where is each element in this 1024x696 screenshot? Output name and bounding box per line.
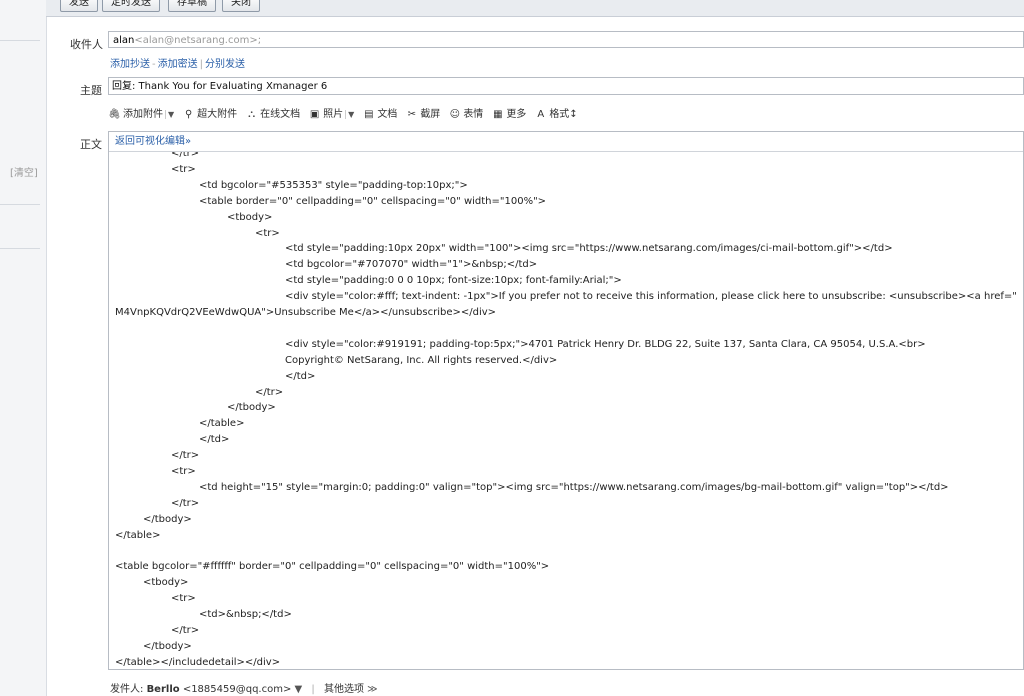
paperclip-icon: 🖇 <box>108 109 121 120</box>
html-source-area[interactable]: </tr> <tr> <td bgcolor="#535353" style="pa… <box>109 152 1023 669</box>
close-button[interactable]: 关闭 <box>222 0 260 12</box>
body-label: 正文 <box>80 138 102 151</box>
tool-paperclip[interactable]: 🖇 添加附件 ▼ <box>108 107 175 123</box>
tool-online-doc[interactable]: ⛬ 在线文档 <box>245 107 300 123</box>
back-to-visual-link[interactable]: 返回可视化编辑» <box>115 136 191 147</box>
code-line: </td> <box>199 434 230 446</box>
code-line: Copyright© NetSarang, Inc. All rights re… <box>285 354 558 366</box>
code-line: </td> <box>285 370 316 382</box>
code-line: <td style="padding:10px 20px" width="100… <box>285 243 893 255</box>
add-bcc-link[interactable]: 添加密送 <box>158 59 198 70</box>
add-cc-link[interactable]: 添加抄送 <box>110 59 150 70</box>
more-icon: ▦ <box>493 109 503 120</box>
chevron-down-icon[interactable]: ▼ <box>295 684 303 695</box>
save-draft-button[interactable]: 存草稿 <box>168 0 216 12</box>
recipient-options: 添加抄送 - 添加密送 | 分别发送 <box>110 59 245 70</box>
separate-send-link[interactable]: 分别发送 <box>205 59 245 70</box>
tool-label: 截屏 <box>420 109 441 120</box>
code-line: </tr> <box>255 386 284 398</box>
rail-divider <box>0 204 40 205</box>
code-line: <td bgcolor="#535353" style="padding-top… <box>199 179 468 191</box>
code-line: </tbody> <box>227 402 276 414</box>
code-line: </tbody> <box>143 513 192 525</box>
send-button[interactable]: 发送 <box>60 0 98 12</box>
sender-bar: 发件人: Berllo <1885459@qq.com> ▼ | 其他选项 ≫ <box>110 684 378 695</box>
code-line: </table></includedetail></div> <box>115 656 281 668</box>
editor-mode-bar: 返回可视化编辑» <box>109 132 1023 152</box>
code-line: </tr> <box>171 152 200 159</box>
emoji-icon: ☺ <box>449 109 461 120</box>
code-line: <tr> <box>171 593 196 605</box>
code-line: </tr> <box>171 450 200 462</box>
tool-emoji[interactable]: ☺ 表情 <box>448 107 484 123</box>
schedule-send-button[interactable]: 定时发送 <box>102 0 160 12</box>
code-line: </tbody> <box>143 640 192 652</box>
sender-label: 发件人: <box>110 684 144 695</box>
screenshot-icon: ✂ <box>407 109 416 120</box>
tool-label: 超大附件 <box>197 109 238 120</box>
subject-label: 主题 <box>80 84 102 97</box>
dropdown-arrow-icon[interactable]: ▼ <box>165 110 175 119</box>
dropdown-arrow-icon[interactable]: ▼ <box>345 110 355 119</box>
tool-document[interactable]: ▤ 文档 <box>362 107 397 123</box>
tool-format[interactable]: A 格式↕ <box>534 107 577 123</box>
code-line: <tr> <box>171 163 196 175</box>
code-line: <table bgcolor="#ffffff" border="0" cell… <box>115 561 550 573</box>
large-attachment-icon: ⚲ <box>184 109 193 120</box>
code-line: <table border="0" cellpadding="0" cellsp… <box>199 195 547 207</box>
rail-divider <box>0 248 40 249</box>
recipient-address: <alan@netsarang.com>; <box>134 35 262 46</box>
compose-action-bar: 发送 定时发送 存草稿 关闭 <box>46 0 1024 17</box>
tool-label: 表情 <box>463 109 484 120</box>
tool-label: 在线文档 <box>260 109 301 120</box>
code-line: <td height="15" style="margin:0; padding… <box>199 481 949 493</box>
code-line: </tr> <box>171 625 200 636</box>
clear-link[interactable]: [清空] <box>10 164 38 179</box>
tool-label: 更多 <box>506 109 527 120</box>
tool-label: 添加附件 <box>123 109 163 120</box>
code-line: </table> <box>199 418 245 430</box>
sender-address[interactable]: <1885459@qq.com> <box>183 684 292 695</box>
tool-label: 格式↕ <box>549 109 578 120</box>
code-line: <div style="color:#fff; text-indent: -1p… <box>285 291 1017 303</box>
code-line: <td>&nbsp;</td> <box>199 609 292 621</box>
sender-name[interactable]: Berllo <box>147 684 180 695</box>
online-doc-icon: ⛬ <box>248 109 256 120</box>
code-line: M4VnpKQVdrQ2VEeWdwQUA">Unsubscribe Me</a… <box>115 307 497 318</box>
format-icon: A <box>537 109 545 120</box>
code-line: <tbody> <box>143 577 189 589</box>
tool-label: 照片 <box>323 109 344 120</box>
tool-screenshot[interactable]: ✂ 截屏 <box>405 107 441 123</box>
left-rail: [清空] <box>0 0 47 696</box>
code-line: <td style="padding:0 0 0 10px; font-size… <box>285 275 622 287</box>
rail-divider <box>0 40 40 41</box>
body-editor[interactable]: 返回可视化编辑» </tr> <tr> <td bgcolor="#535353" … <box>108 131 1024 670</box>
code-line: <tr> <box>255 227 280 239</box>
code-line: <td bgcolor="#707070" width="1">&nbsp;</… <box>285 259 538 271</box>
code-line: </tr> <box>171 497 200 509</box>
tool-large-attachment[interactable]: ⚲ 超大附件 <box>182 107 237 123</box>
code-line: <tr> <box>171 466 196 477</box>
document-icon: ▤ <box>364 109 374 120</box>
recipient-name: alan <box>113 35 135 46</box>
subject-input[interactable]: 回复: Thank You for Evaluating Xmanager 6 <box>108 77 1024 95</box>
to-label: 收件人 <box>70 38 103 51</box>
photo-icon: ▣ <box>309 109 320 120</box>
code-line: <tbody> <box>227 211 273 223</box>
code-line: </table> <box>115 529 161 541</box>
tool-photo[interactable]: ▣ 照片 ▼ <box>308 107 355 123</box>
tool-label: 文档 <box>377 109 398 120</box>
other-options-link[interactable]: 其他选项 <box>324 684 364 695</box>
double-chevron-down-icon[interactable]: ≫ <box>367 684 377 695</box>
code-line: <div style="color:#919191; padding-top:5… <box>285 338 926 350</box>
recipient-field[interactable]: alan<alan@netsarang.com>; <box>108 31 1024 48</box>
editor-toolbar: 🖇 添加附件 ▼ ⚲ 超大附件 ⛬ 在线文档 ▣ 照片 ▼ ▤ 文档 ✂ 截屏 ☺ 表情 ▦ 更多 A 格式↕ <box>108 107 586 123</box>
tool-more[interactable]: ▦ 更多 <box>491 107 526 123</box>
